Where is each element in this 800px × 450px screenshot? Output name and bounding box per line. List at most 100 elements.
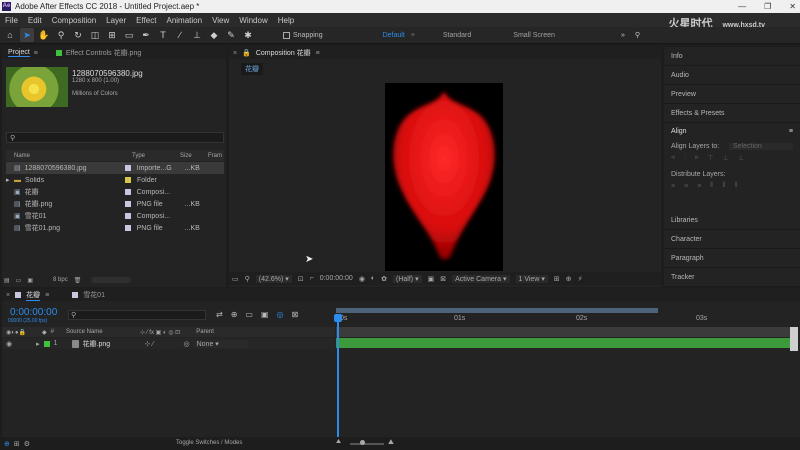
label-color-swatch[interactable] — [124, 189, 131, 195]
brush-tool-icon[interactable]: ∕ — [173, 28, 187, 42]
rectangle-tool-icon[interactable]: ▭ — [122, 28, 136, 42]
panel-menu-icon[interactable]: ≡ — [45, 292, 49, 299]
close-panel-icon[interactable]: × — [233, 50, 237, 57]
zoom-in-icon[interactable]: ⛰ — [388, 439, 394, 447]
snapping-checkbox[interactable] — [283, 31, 290, 39]
composition-tab[interactable]: 花瓣 — [241, 63, 263, 75]
camera-dropdown[interactable]: Active Camera ▾ — [452, 274, 510, 283]
snapshot-icon[interactable]: ◉ — [359, 275, 365, 283]
minimize-icon[interactable]: — — [738, 2, 746, 11]
label-color-swatch[interactable] — [125, 177, 131, 183]
clone-stamp-tool-icon[interactable]: ⊥ — [190, 28, 204, 42]
menu-edit[interactable]: Edit — [23, 16, 47, 25]
panel-menu-icon[interactable]: ≡ — [316, 50, 320, 57]
workspace-default[interactable]: Default — [383, 32, 405, 39]
view-options-icon[interactable]: ⊞ — [554, 275, 560, 283]
close-panel-icon[interactable]: × — [6, 292, 10, 299]
zoom-out-icon[interactable]: ⛰ — [336, 439, 341, 446]
expand-layer-icon[interactable]: ▸ — [36, 340, 40, 348]
menu-window[interactable]: Window — [234, 16, 272, 25]
lock-icon[interactable]: 🔒 — [242, 49, 251, 57]
menu-composition[interactable]: Composition — [47, 16, 101, 25]
timeline-tab-petal[interactable]: 花瓣 — [26, 290, 41, 301]
align-target-dropdown[interactable]: Selection — [729, 143, 793, 150]
distribute-bottom-icon[interactable]: ≡ — [697, 183, 701, 190]
maximize-icon[interactable]: ❐ — [764, 2, 771, 11]
panel-effects-presets[interactable]: Effects & Presets — [664, 104, 800, 123]
column-frame[interactable]: Fram — [208, 153, 222, 159]
workspace-standard[interactable]: Standard — [443, 32, 471, 39]
column-source-name[interactable]: Source Name — [66, 329, 136, 335]
transparency-grid-icon[interactable]: ⊠ — [440, 275, 446, 283]
parent-pickwhip-icon[interactable]: ◎ — [184, 340, 190, 348]
eraser-tool-icon[interactable]: ◆ — [207, 28, 221, 42]
puppet-tool-icon[interactable]: ✱ — [241, 28, 255, 42]
distribute-vcenter-icon[interactable]: ≡ — [684, 183, 688, 190]
frame-blending-icon[interactable]: ▣ — [261, 310, 269, 319]
project-list-item[interactable]: ▤ 雪花01.png PNG file ...KB — [6, 222, 224, 234]
composition-frame[interactable] — [385, 83, 503, 271]
panel-tracker[interactable]: Tracker — [664, 268, 800, 287]
snapping-toggle[interactable]: Snapping — [283, 31, 323, 39]
expand-icon[interactable]: ⊞ — [14, 440, 20, 448]
time-navigator[interactable] — [336, 308, 658, 313]
timecode-display[interactable]: 0:00:00:00 — [320, 275, 353, 282]
panel-paragraph[interactable]: Paragraph — [664, 249, 800, 268]
menu-view[interactable]: View — [207, 16, 234, 25]
align-top-icon[interactable]: ⊤ — [708, 154, 714, 162]
type-tool-icon[interactable]: T — [156, 28, 170, 42]
trash-icon[interactable]: 🗑 — [74, 277, 82, 284]
menu-effect[interactable]: Effect — [131, 16, 161, 25]
bpc-label[interactable]: 8 bpc — [53, 277, 68, 283]
selection-tool-icon[interactable]: ➤ — [20, 28, 34, 42]
zoom-dropdown[interactable]: (42.6%) ▾ — [255, 274, 292, 283]
show-snapshot-icon[interactable]: ◐ — [371, 275, 375, 282]
project-list-item[interactable]: ▸ ▬ Solids Folder — [6, 174, 224, 186]
draft-3d-icon[interactable]: ⊕ — [231, 310, 238, 319]
search-help-icon[interactable]: ⚲ — [635, 31, 640, 39]
rotate-tool-icon[interactable]: ↻ — [71, 28, 85, 42]
region-icon[interactable]: ⌐ — [310, 275, 314, 282]
time-navigator-range[interactable] — [336, 308, 658, 313]
work-area-bar[interactable] — [336, 327, 790, 337]
tab-effect-controls[interactable]: Effect Controls 花瓣.png — [66, 48, 141, 58]
workspace-small-screen[interactable]: Small Screen — [513, 32, 555, 39]
layer-label-color[interactable] — [43, 340, 50, 347]
reset-exposure-icon[interactable]: ⊕ — [566, 275, 572, 283]
timeline-end-marker[interactable] — [790, 327, 798, 351]
interpret-footage-icon[interactable]: ▤ — [4, 277, 10, 284]
timeline-search-input[interactable]: ⚲ — [68, 310, 206, 320]
resolution-dropdown[interactable]: (Half) ▾ — [393, 274, 422, 283]
menu-file[interactable]: File — [0, 16, 23, 25]
layer-row[interactable]: ◉ ▸ 1 花瓣.png ⊹ ⁄ ◎ None ▾ — [2, 338, 335, 349]
panel-character[interactable]: Character — [664, 230, 800, 249]
motion-blur-icon[interactable]: ◎ — [277, 310, 284, 319]
menu-layer[interactable]: Layer — [101, 16, 131, 25]
frame-render-icon[interactable]: ⚙ — [24, 440, 30, 448]
align-right-icon[interactable]: ⫸ — [695, 154, 699, 162]
workspace-menu-icon[interactable]: ≡ — [411, 32, 415, 39]
column-size[interactable]: Size — [180, 153, 208, 159]
column-type[interactable]: Type — [132, 153, 180, 159]
distribute-left-icon[interactable]: ⦀ — [710, 182, 713, 190]
hand-tool-icon[interactable]: ✋ — [37, 28, 51, 42]
label-color-swatch[interactable] — [124, 213, 131, 219]
layer-duration-bar[interactable] — [336, 338, 790, 348]
menu-help[interactable]: Help — [273, 16, 299, 25]
align-vcenter-icon[interactable]: ⊥ — [723, 154, 729, 162]
channel-icon[interactable]: ✿ — [381, 275, 387, 283]
parent-dropdown[interactable]: None ▾ — [193, 339, 248, 348]
timeline-tab-snowflake[interactable]: 雪花01 — [83, 290, 105, 300]
home-icon[interactable]: ⌂ — [3, 28, 17, 42]
graph-editor-icon[interactable]: ⊠ — [292, 310, 299, 319]
toggle-switches-modes[interactable]: Toggle Switches / Modes — [176, 440, 242, 446]
distribute-hcenter-icon[interactable]: ⦀ — [722, 182, 725, 190]
panel-preview[interactable]: Preview — [664, 85, 800, 104]
workspace-overflow-icon[interactable]: » — [621, 32, 625, 39]
current-time-indicator[interactable] — [337, 315, 339, 437]
always-preview-icon[interactable]: ▭ — [232, 275, 239, 283]
timeline-timecode[interactable]: 0:00:00:00 — [10, 307, 57, 318]
project-list-item[interactable]: ▣ 雪花01 Composi... — [6, 210, 224, 222]
label-color-swatch[interactable] — [124, 165, 131, 171]
comp-mini-flowchart-icon[interactable]: ⇄ — [216, 310, 223, 319]
